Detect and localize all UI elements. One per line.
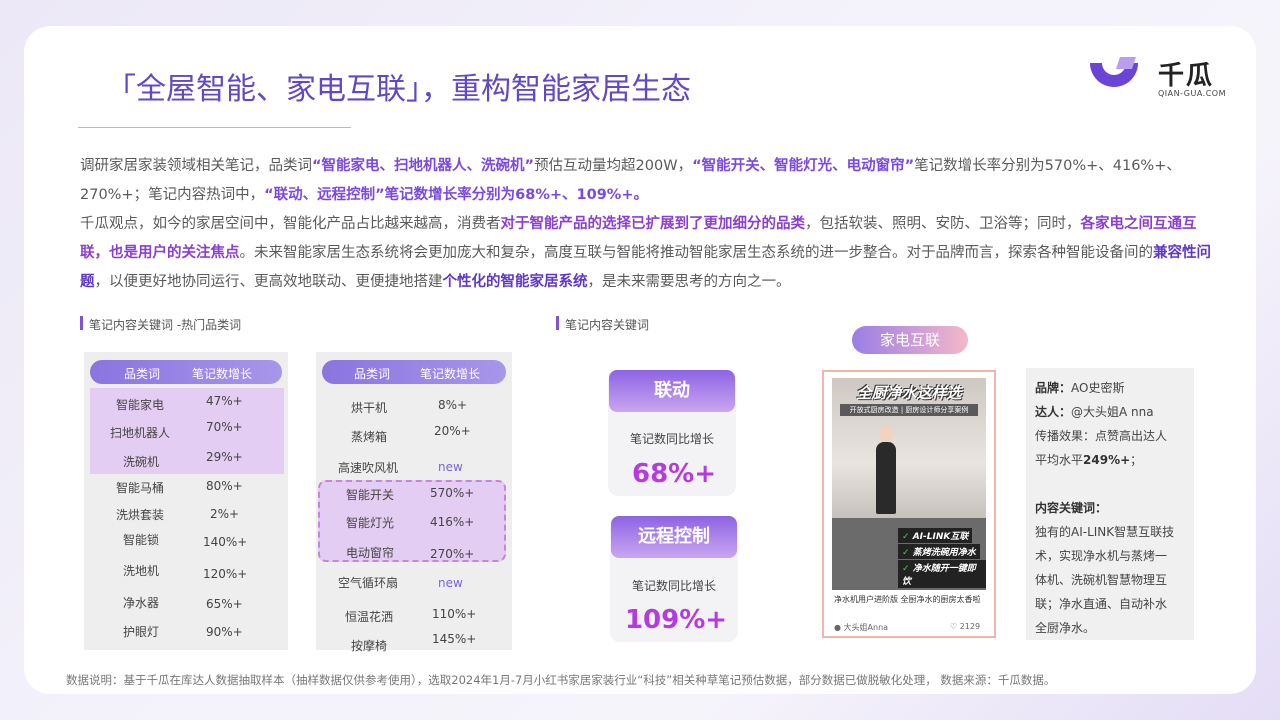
keyword-text: 联；净水直通、自动补水	[1035, 597, 1168, 611]
title-divider	[78, 127, 351, 128]
table-cell-name: 按摩椅	[351, 639, 388, 653]
metric-tag-linkage: 联动	[609, 370, 735, 412]
table-cell-value: 90%+	[206, 625, 243, 639]
page-title: 「全屋智能、家电互联」，重构智能家居生态	[106, 72, 691, 107]
header-growth: 笔记数增长	[192, 367, 253, 381]
logo-domain: QIAN-GUA.COM	[1158, 89, 1227, 98]
table-cell-value: 270%+	[430, 547, 475, 561]
table-cell-value: 120%+	[203, 567, 248, 581]
header-category: 品类词	[124, 367, 161, 381]
table-cell-value: 20%+	[434, 424, 471, 438]
table-cell-value: 145%+	[432, 632, 477, 646]
table-cell-value: 570%+	[430, 486, 475, 500]
table-cell-name: 洗烘套装	[116, 508, 165, 522]
section-label-hot-categories: 笔记内容关键词 -热门品类词	[80, 316, 241, 333]
table-cell-name: 智能家电	[116, 398, 165, 412]
avatar: ●	[834, 623, 841, 632]
table-cell-value: new	[438, 460, 463, 474]
keyword-text: 独有的AI-LINK智慧互联技	[1035, 525, 1175, 539]
keyword-text: 术，实现净水机与蒸烤一	[1035, 549, 1168, 563]
metric-label: 笔记数同比增长	[631, 579, 716, 593]
heart-icon: ♡	[950, 622, 958, 631]
table-cell-value: 416%+	[430, 515, 475, 529]
metric-value-remote: 109%+	[624, 605, 728, 635]
data-footnote: 数据说明：基于千瓜在库达人数据抽取样本（抽样数据仅供参考使用），选取2024年1…	[66, 673, 1056, 687]
table-cell-name: 智能开关	[346, 488, 395, 502]
person-figure	[876, 442, 896, 514]
table-cell-value: 2%+	[210, 507, 240, 521]
table-cell-value: 8%+	[438, 398, 468, 412]
post-likes: ♡ 2129	[950, 622, 981, 631]
table-cell-name: 净水器	[123, 596, 160, 610]
section-label-keywords: 笔记内容关键词	[556, 316, 649, 333]
table-cell-name: 智能灯光	[346, 516, 395, 530]
table-cell-name: 电动窗帘	[346, 546, 395, 560]
table-cell-name: 空气循环扇	[338, 576, 399, 590]
logo-name: 千瓜	[1158, 61, 1215, 91]
table-header: 品类词 笔记数增长	[90, 360, 282, 384]
table-cell-value: 110%+	[432, 607, 477, 621]
table-header: 品类词 笔记数增长	[322, 360, 506, 384]
post-badge: ✓ 蒸烤洗碗用净水	[898, 544, 980, 559]
person-figure	[879, 426, 893, 442]
metric-label: 笔记数同比增长	[629, 432, 714, 446]
post-cover-image: 全厨净水这样选 开放式厨房改造 | 厨房设计师分享案例 ✓ AI-LINK互联 …	[832, 378, 986, 590]
case-info-box: 品牌：AO史密斯 达人：@大头姐A nna 传播效果：点赞高出达人 平均水平24…	[1026, 368, 1194, 640]
qiangua-logo-icon	[1090, 57, 1138, 87]
note-post-card[interactable]: 全厨净水这样选 开放式厨房改造 | 厨房设计师分享案例 ✓ AI-LINK互联 …	[822, 370, 996, 638]
keyword-label: 内容关键词：	[1035, 501, 1108, 515]
metric-tag-remote: 远程控制	[611, 516, 737, 558]
effect-line: 传播效果：点赞高出达人	[1035, 429, 1168, 443]
table-cell-name: 高速吹风机	[338, 461, 399, 475]
table-cell-value: 47%+	[206, 394, 243, 408]
table-cell-value: new	[438, 576, 463, 590]
category-table-1: 品类词 笔记数增长 智能家电 47%+ 扫地机器人 70%+ 洗碗机 29%+ …	[84, 352, 288, 650]
post-headline: 全厨净水这样选	[856, 384, 962, 402]
table-cell-name: 蒸烤箱	[351, 430, 388, 444]
table-cell-value: 70%+	[206, 420, 243, 434]
kol-line: 达人：@大头姐A nna	[1035, 405, 1154, 419]
table-cell-name: 智能锁	[123, 533, 160, 547]
post-subhead: 开放式厨房改造 | 厨房设计师分享案例	[840, 404, 978, 416]
table-cell-name: 护眼灯	[123, 625, 160, 639]
post-badge: ✓ 净水随开一键即饮	[898, 560, 986, 588]
insight-paragraph: 千瓜观点，如今的家居空间中，智能化产品占比越来越高，消费者对于智能产品的选择已扩…	[80, 216, 1211, 290]
post-caption: 净水机用户进阶版 全厨净水的厨房太香啦	[834, 595, 981, 604]
table-cell-name: 智能马桶	[116, 481, 165, 495]
table-cell-name: 洗地机	[123, 564, 160, 578]
table-cell-value: 80%+	[206, 479, 243, 493]
table-cell-name: 洗碗机	[123, 455, 160, 469]
brand-line: 品牌：AO史密斯	[1035, 381, 1125, 395]
table-cell-value: 65%+	[206, 597, 243, 611]
qiangua-logo: 千瓜 QIAN-GUA.COM	[1086, 55, 1226, 101]
table-cell-value: 29%+	[206, 450, 243, 464]
post-badge: ✓ AI-LINK互联	[898, 528, 973, 543]
table-cell-name: 烘干机	[351, 401, 388, 415]
effect-line-2: 平均水平249%+；	[1035, 453, 1143, 467]
header-category: 品类词	[354, 367, 391, 381]
table-cell-name: 恒温花洒	[345, 610, 394, 624]
metric-value-linkage: 68%+	[631, 459, 717, 489]
topic-pill: 家电互联	[852, 326, 968, 354]
category-table-2: 品类词 笔记数增长 烘干机 8%+ 蒸烤箱 20%+ 高速吹风机 new 智能开…	[316, 352, 512, 653]
post-author: ● 大头姐Anna	[834, 623, 889, 632]
keyword-text: 体机、洗碗机智慧物理互	[1035, 573, 1168, 587]
summary-paragraph: 调研家居家装领域相关笔记，品类词“智能家电、扫地机器人、洗碗机”预估互动量均超2…	[80, 158, 1181, 203]
header-growth: 笔记数增长	[420, 367, 481, 381]
keyword-text: 全厨净水。	[1035, 621, 1096, 635]
table-cell-value: 140%+	[203, 535, 248, 549]
table-cell-name: 扫地机器人	[110, 426, 171, 440]
